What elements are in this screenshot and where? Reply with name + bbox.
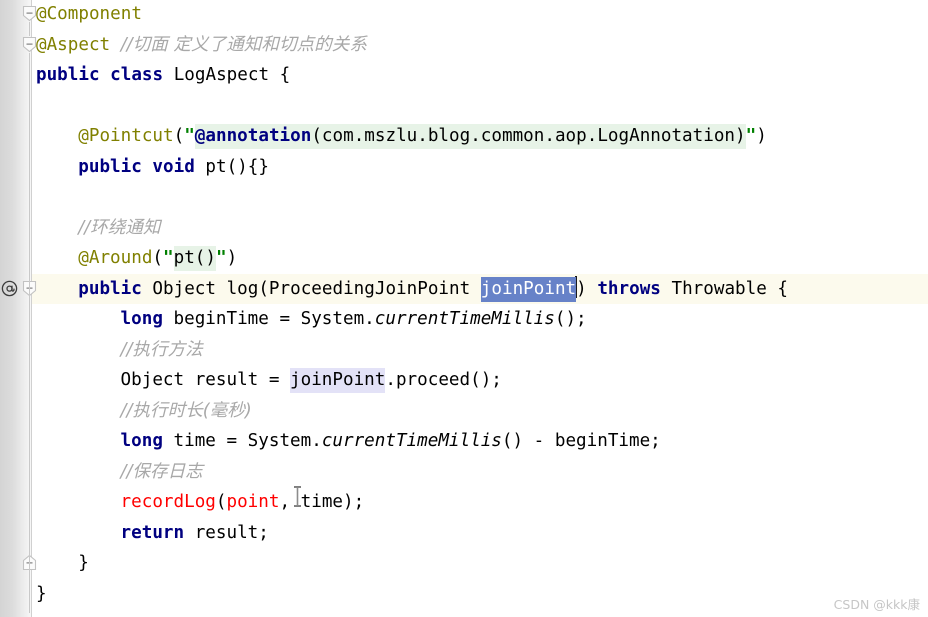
- code-token: Object result =: [120, 370, 291, 390]
- code-line[interactable]: //保存日志: [32, 457, 928, 488]
- code-token: joinPoint: [480, 276, 577, 302]
- code-token: ": [215, 248, 227, 268]
- code-token: ": [163, 248, 174, 268]
- code-line[interactable]: long beginTime = System.currentTimeMilli…: [32, 304, 928, 335]
- code-line[interactable]: long time = System.currentTimeMillis() -…: [32, 426, 928, 457]
- code-token: LogAspect {: [163, 65, 291, 85]
- code-line[interactable]: //执行方法: [32, 335, 928, 366]
- code-token: ": [184, 126, 195, 146]
- code-token: //执行方法: [120, 339, 203, 360]
- code-line[interactable]: [32, 182, 928, 213]
- code-line[interactable]: public Object log(ProceedingJoinPoint jo…: [32, 274, 928, 305]
- code-token: @Pointcut: [78, 126, 174, 146]
- code-line[interactable]: @Component: [32, 0, 928, 30]
- code-token: recordLog: [120, 492, 216, 512]
- code-line[interactable]: public class LogAspect {: [32, 60, 928, 91]
- code-token: (: [215, 492, 227, 512]
- code-token: long: [120, 309, 163, 329]
- code-line[interactable]: @Aspect //切面 定义了通知和切点的关系: [32, 30, 928, 61]
- code-token: public: [78, 278, 142, 299]
- code-token: ): [226, 248, 238, 268]
- code-token: }: [36, 583, 47, 604]
- editor-gutter[interactable]: [0, 0, 31, 617]
- code-token: return: [120, 522, 185, 543]
- aop-advice-icon[interactable]: [1, 280, 18, 297]
- code-token: result;: [184, 522, 269, 543]
- code-token: }: [78, 553, 89, 573]
- code-token: @Around: [78, 248, 153, 268]
- code-line[interactable]: }: [32, 548, 928, 579]
- code-token: .proceed();: [385, 370, 502, 390]
- fold-connector-line: [29, 22, 30, 36]
- code-token: joinPoint: [290, 368, 386, 393]
- code-token: Object log(ProceedingJoinPoint: [141, 278, 481, 299]
- code-line[interactable]: }: [32, 579, 928, 610]
- code-token: //切面 定义了通知和切点的关系: [120, 34, 367, 55]
- code-token: ": [745, 126, 757, 146]
- code-token: beginTime = System.: [162, 309, 375, 329]
- code-token: long: [120, 431, 163, 451]
- code-token: (: [152, 248, 164, 268]
- code-line[interactable]: return result;: [32, 518, 928, 549]
- code-token: ();: [554, 309, 587, 329]
- code-line[interactable]: @Pointcut("@annotation(com.mszlu.blog.co…: [32, 121, 928, 152]
- code-token: point: [226, 492, 280, 512]
- gutter-border: [31, 0, 32, 617]
- fold-marker-collapse[interactable]: [22, 5, 37, 22]
- code-line[interactable]: //环绕通知: [32, 213, 928, 244]
- code-token: @Component: [36, 4, 142, 24]
- code-line[interactable]: //执行时长(毫秒): [32, 396, 928, 427]
- code-token: throws: [597, 278, 661, 299]
- code-token: Throwable {: [660, 278, 788, 299]
- code-token: (: [173, 126, 185, 146]
- code-token: () - beginTime;: [501, 431, 661, 451]
- code-token: currentTimeMillis: [374, 309, 555, 329]
- code-token: , time);: [279, 492, 365, 512]
- code-token: @Aspect: [36, 34, 111, 55]
- code-token: @annotation: [194, 124, 312, 149]
- code-token: pt(){}: [194, 156, 269, 177]
- code-line[interactable]: Object result = joinPoint.proceed();: [32, 365, 928, 396]
- code-content-area[interactable]: @Component @Aspect //切面 定义了通知和切点的关系 public…: [0, 0, 928, 617]
- code-token: ): [756, 126, 767, 146]
- code-token: ): [576, 278, 598, 299]
- code-line[interactable]: recordLog(point, time);: [32, 487, 928, 518]
- code-token: class: [110, 65, 164, 85]
- fold-connector-line: [29, 53, 30, 613]
- fold-marker-collapse[interactable]: [22, 36, 37, 53]
- code-token: public: [78, 156, 142, 177]
- code-line[interactable]: public void pt(){}: [32, 152, 928, 183]
- code-line[interactable]: [32, 91, 928, 122]
- code-token: //执行时长(毫秒): [120, 400, 252, 421]
- csdn-watermark: CSDN @kkk康: [833, 597, 920, 612]
- code-editor[interactable]: @Component @Aspect //切面 定义了通知和切点的关系 public…: [0, 0, 928, 617]
- code-token: currentTimeMillis: [321, 431, 502, 451]
- code-token: //环绕通知: [78, 217, 161, 238]
- code-token: time = System.: [162, 431, 322, 451]
- code-token: (com.mszlu.blog.common.aop.LogAnnotation…: [311, 124, 746, 149]
- code-line[interactable]: @Around("pt()"): [32, 243, 928, 274]
- code-token: //保存日志: [120, 461, 203, 482]
- code-token: public: [36, 65, 100, 85]
- code-token: void: [152, 156, 195, 177]
- code-token: pt(): [173, 246, 216, 271]
